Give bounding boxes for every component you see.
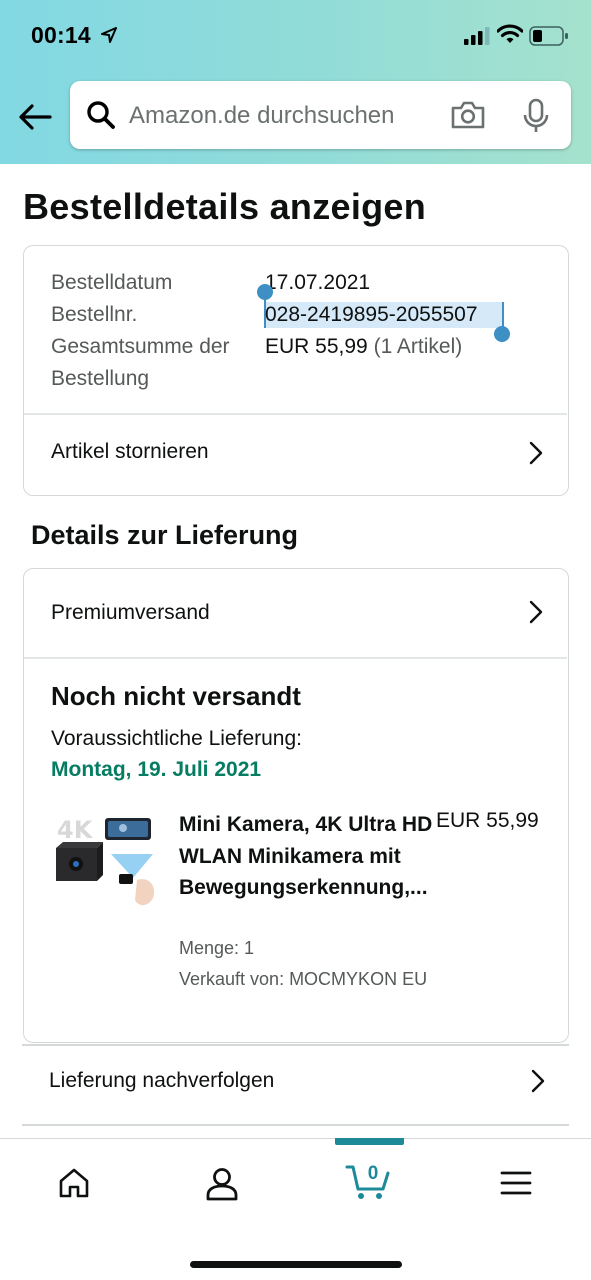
search-input[interactable]: Amazon.de durchsuchen	[70, 81, 571, 149]
order-summary-card: Bestelldatum 17.07.2021 Bestellnr. 028-2…	[23, 245, 569, 496]
shipping-method-label: Premiumversand	[51, 601, 210, 624]
back-arrow-icon[interactable]	[14, 98, 56, 136]
order-total-label-line1: Gesamtsumme der	[51, 335, 230, 358]
order-total-label-line2: Bestellung	[51, 367, 150, 390]
chevron-right-icon	[529, 441, 543, 465]
delivery-section-title: Details zur Lieferung	[31, 520, 299, 550]
product-image[interactable]: 4K	[53, 814, 158, 909]
wifi-icon	[497, 24, 523, 43]
order-number-value[interactable]: 028-2419895-2055507	[265, 303, 478, 327]
delivery-card: Premiumversand Noch nicht versandt Vorau…	[23, 568, 569, 1043]
top-bar: 00:14 Amazon.de durchsuchen	[0, 0, 591, 164]
estimated-delivery-label: Voraussichtliche Lieferung:	[51, 727, 302, 750]
product-title[interactable]: Mini Kamera, 4K Ultra HD WLAN Minikamera…	[179, 809, 439, 904]
estimated-delivery-date: Montag, 19. Juli 2021	[51, 758, 262, 781]
order-number-label: Bestellnr.	[51, 303, 138, 326]
bottom-navigation: 0	[0, 1138, 591, 1280]
product-image-badge: 4K	[57, 816, 94, 844]
product-quantity: Menge: 1	[179, 938, 255, 958]
location-arrow-icon	[101, 27, 117, 43]
selection-end-handle[interactable]	[494, 326, 510, 342]
account-icon[interactable]	[205, 1167, 239, 1201]
row-divider	[22, 1124, 569, 1126]
order-date-value: 17.07.2021	[265, 271, 371, 294]
order-date-label: Bestelldatum	[51, 271, 173, 294]
cancel-items-row[interactable]: Artikel stornieren	[24, 414, 567, 494]
search-placeholder: Amazon.de durchsuchen	[129, 102, 395, 129]
card-divider	[24, 657, 567, 659]
cancel-items-label: Artikel stornieren	[51, 440, 209, 463]
search-icon	[87, 101, 115, 129]
selection-start-handle[interactable]	[257, 284, 273, 300]
camera-icon[interactable]	[450, 100, 486, 130]
order-total-value: EUR 55,99 (1 Artikel)	[265, 335, 462, 359]
chevron-right-icon	[531, 1069, 545, 1093]
product-seller: Verkauft von: MOCMYKON EU	[179, 969, 428, 989]
chevron-right-icon	[529, 600, 543, 624]
shipment-status: Noch nicht versandt	[51, 681, 301, 711]
battery-icon	[529, 26, 568, 46]
order-total-amount: EUR 55,99	[265, 335, 368, 358]
home-indicator[interactable]	[190, 1261, 402, 1268]
shipping-method-row[interactable]: Premiumversand	[24, 569, 567, 657]
microphone-icon[interactable]	[522, 98, 550, 134]
home-icon[interactable]	[58, 1167, 90, 1199]
cellular-signal-icon	[464, 27, 490, 45]
page-title: Bestelldetails anzeigen	[23, 186, 427, 227]
track-delivery-label: Lieferung nachverfolgen	[49, 1069, 275, 1092]
status-time: 00:14	[31, 22, 91, 48]
product-price: EUR 55,99	[436, 809, 539, 832]
order-item-count: (1 Artikel)	[373, 335, 463, 358]
menu-icon[interactable]	[500, 1169, 532, 1197]
active-tab-indicator	[335, 1138, 404, 1145]
cart-count-badge: 0	[367, 1163, 379, 1184]
